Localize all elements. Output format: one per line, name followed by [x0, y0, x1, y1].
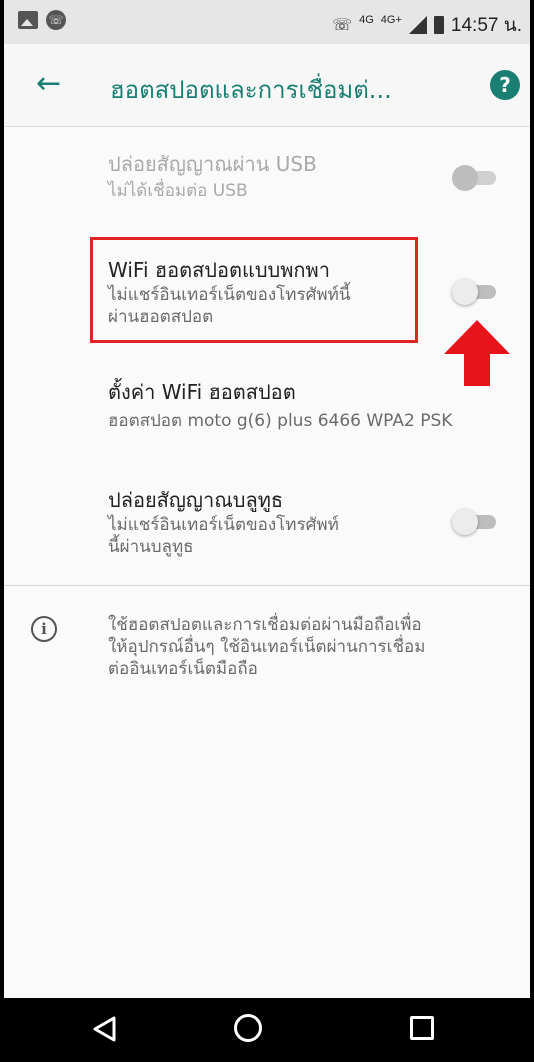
- bluetooth-tethering-title: ปล่อยสัญญาณบลูทูธ: [108, 488, 284, 512]
- image-notification-icon: [18, 11, 38, 29]
- settings-screen: ☏ ☏ 4G 4G+ 14:57 น. ← ฮอตสปอตและการเชื่อ…: [4, 0, 530, 1062]
- clock: 14:57 น.: [450, 15, 522, 36]
- call-notification-icon: ☏: [46, 10, 66, 30]
- wifi-hotspot-settings-subtitle: ฮอตสปอต moto g(6) plus 6466 WPA2 PSK: [108, 411, 453, 431]
- back-arrow-icon[interactable]: ←: [36, 66, 61, 102]
- usb-tethering-item[interactable]: ปล่อยสัญญาณผ่าน USB ไม่ได้เชื่อมต่อ USB: [4, 130, 530, 220]
- navigation-bar: [4, 998, 530, 1062]
- usb-tethering-subtitle: ไม่ได้เชื่อมต่อ USB: [108, 181, 248, 201]
- nav-recents-icon[interactable]: [410, 1016, 434, 1040]
- signal-icon: [408, 16, 427, 34]
- network-type: 4G+: [380, 14, 402, 26]
- nav-back-icon[interactable]: [92, 1016, 118, 1042]
- info-footer-text: ใช้ฮอตสปอตและการเชื่อมต่อผ่านมือถือเพื่อ…: [108, 615, 426, 679]
- bluetooth-tethering-subtitle: ไม่แชร์อินเทอร์เน็ตของโทรศัพท์ นี้ผ่านบล…: [108, 515, 339, 557]
- bluetooth-tethering-item[interactable]: ปล่อยสัญญาณบลูทูธ ไม่แชร์อินเทอร์เน็ตของ…: [4, 470, 530, 570]
- help-icon[interactable]: ?: [490, 70, 520, 100]
- page-title: ฮอตสปอตและการเชื่อมต่...: [110, 76, 392, 104]
- divider: [4, 585, 530, 586]
- network-type-small: 4G: [359, 14, 374, 26]
- status-bar: ☏ ☏ 4G 4G+ 14:57 น.: [4, 0, 530, 44]
- usb-tethering-title: ปล่อยสัญญาณผ่าน USB: [108, 152, 317, 176]
- wifi-hotspot-switch[interactable]: [452, 279, 498, 305]
- wifi-hotspot-settings-title: ตั้งค่า WiFi ฮอตสปอต: [108, 380, 296, 404]
- bluetooth-tethering-switch[interactable]: [452, 509, 498, 535]
- highlight-box: [90, 237, 418, 343]
- usb-tethering-switch[interactable]: [452, 165, 498, 191]
- app-toolbar: ← ฮอตสปอตและการเชื่อมต่... ?: [4, 44, 530, 127]
- info-icon: i: [31, 616, 57, 642]
- red-arrow-up-icon: [444, 320, 510, 386]
- wifi-calling-icon: ☏: [332, 17, 353, 34]
- nav-home-icon[interactable]: [234, 1014, 262, 1042]
- battery-icon: [433, 16, 444, 34]
